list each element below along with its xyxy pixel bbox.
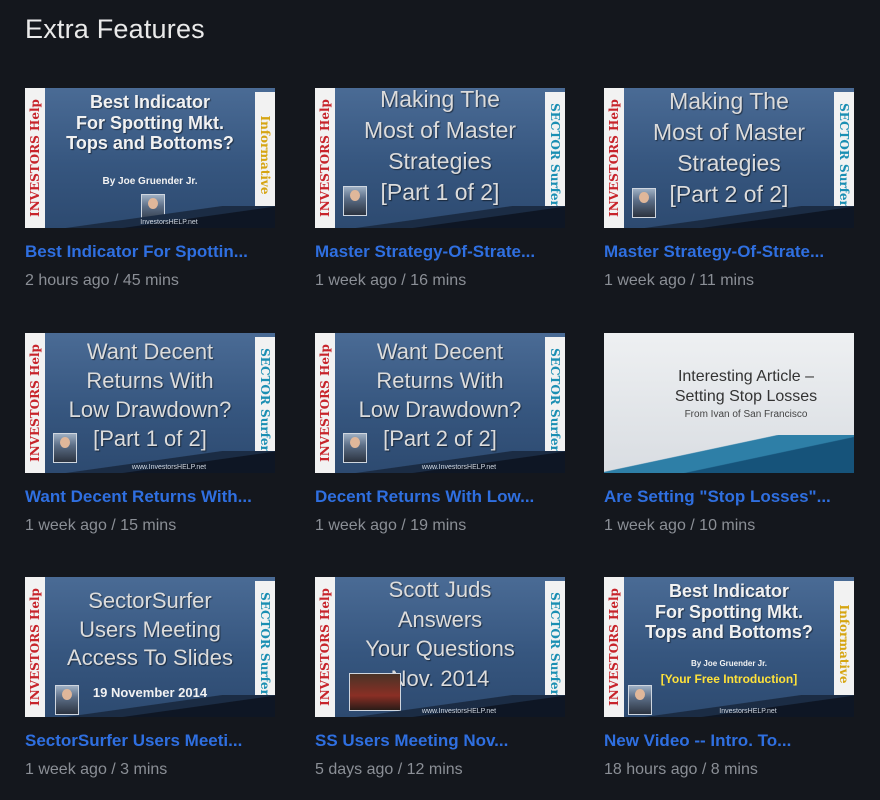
thumbnail-url: InvestorsHELP.net [719,708,777,715]
video-thumbnail[interactable]: INVESTORS Help SECTOR Surfer Scott Juds … [315,577,565,717]
video-title[interactable]: Decent Returns With Low... [315,487,565,507]
video-title[interactable]: Best Indicator For Spottin... [25,242,275,262]
video-meta: 1 week ago / 10 mins [604,517,756,534]
video-meta: 1 week ago / 19 mins [315,517,467,534]
video-card-ss-users-meeting[interactable]: INVESTORS Help SECTOR Surfer Scott Juds … [315,577,565,780]
video-title[interactable]: SS Users Meeting Nov... [315,731,565,751]
video-grid: INVESTORS Help Informative Best Indicato… [0,0,880,800]
thumbnail-url: www.InvestorsHELP.net [421,708,497,715]
video-thumbnail[interactable]: INVESTORS Help SECTOR Surfer Making The … [315,88,565,228]
video-thumbnail[interactable]: INVESTORS Help SECTOR Surfer Making The … [604,88,854,228]
video-title[interactable]: Are Setting "Stop Losses"... [604,487,854,507]
video-card-intro[interactable]: INVESTORS Help Informative Best Indicato… [604,577,854,780]
video-meta: 18 hours ago / 8 mins [604,761,758,778]
video-thumbnail[interactable]: INVESTORS Help SECTOR Surfer Want Decent… [315,333,565,473]
thumbnail-url: www.InvestorsHELP.net [131,464,207,471]
informative-band: Informative [255,92,275,218]
video-card-best-indicator[interactable]: INVESTORS Help Informative Best Indicato… [25,88,275,291]
sector-surfer-band: SECTOR Surfer [545,337,565,463]
informative-band: Informative [834,581,854,707]
thumbnail-headline: SectorSurfer Users Meeting Access To Sli… [67,588,233,671]
thumbnail-headline: Want Decent Returns With Low Drawdown? [… [358,339,522,452]
video-thumbnail[interactable]: INVESTORS Help Informative Best Indicato… [25,88,275,228]
thumbnail-url: InvestorsHELP.net [140,219,198,226]
video-meta: 1 week ago / 3 mins [25,761,168,778]
thumbnail-headline: Want Decent Returns With Low Drawdown? [… [68,339,232,452]
video-thumbnail[interactable]: Interesting Article – Setting Stop Losse… [604,333,854,473]
thumbnail-headline: Best Indicator For Spotting Mkt. Tops an… [645,581,813,643]
video-title[interactable]: Master Strategy-Of-Strate... [604,242,854,262]
video-title[interactable]: New Video -- Intro. To... [604,731,854,751]
sector-surfer-band: SECTOR Surfer [834,92,854,218]
video-card-master-strategy-2[interactable]: INVESTORS Help SECTOR Surfer Making The … [604,88,854,291]
thumbnail-headline: Best Indicator For Spotting Mkt. Tops an… [66,92,234,154]
sector-surfer-band: SECTOR Surfer [545,581,565,707]
thumbnail-highlight: [Your Free Introduction] [660,672,798,686]
thumbnail-headline: Making The Most of Master Strategies [Pa… [652,88,806,208]
thumbnail-byline: By Joe Gruender Jr. [690,659,768,668]
video-thumbnail[interactable]: INVESTORS Help SECTOR Surfer SectorSurfe… [25,577,275,717]
video-meta: 1 week ago / 11 mins [604,272,755,289]
video-meta: 2 hours ago / 45 mins [25,272,179,289]
video-title[interactable]: Want Decent Returns With... [25,487,275,507]
video-title[interactable]: Master Strategy-Of-Strate... [315,242,565,262]
video-thumbnail[interactable]: INVESTORS Help SECTOR Surfer Want Decent… [25,333,275,473]
video-card-stop-losses[interactable]: Interesting Article – Setting Stop Losse… [604,333,854,536]
video-card-users-meeting-slides[interactable]: INVESTORS Help SECTOR Surfer SectorSurfe… [25,577,275,780]
video-meta: 1 week ago / 15 mins [25,517,177,534]
thumbnail-url: www.InvestorsHELP.net [421,464,497,471]
video-title[interactable]: SectorSurfer Users Meeti... [25,731,275,751]
video-card-decent-returns-1[interactable]: INVESTORS Help SECTOR Surfer Want Decent… [25,333,275,536]
video-thumbnail[interactable]: INVESTORS Help Informative Best Indicato… [604,577,854,717]
thumbnail-byline: From Ivan of San Francisco [684,409,808,420]
sector-surfer-band: SECTOR Surfer [255,337,275,463]
thumbnail-headline: Making The Most of Master Strategies [Pa… [363,88,517,206]
thumbnail-byline: By Joe Gruender Jr. [102,176,198,187]
sector-surfer-band: SECTOR Surfer [545,92,565,218]
video-card-master-strategy-1[interactable]: INVESTORS Help SECTOR Surfer Making The … [315,88,565,291]
video-meta: 5 days ago / 12 mins [315,761,463,778]
video-card-decent-returns-2[interactable]: INVESTORS Help SECTOR Surfer Want Decent… [315,333,565,536]
video-meta: 1 week ago / 16 mins [315,272,467,289]
sector-surfer-band: SECTOR Surfer [255,581,275,707]
thumbnail-headline: Interesting Article – Setting Stop Losse… [674,368,818,405]
